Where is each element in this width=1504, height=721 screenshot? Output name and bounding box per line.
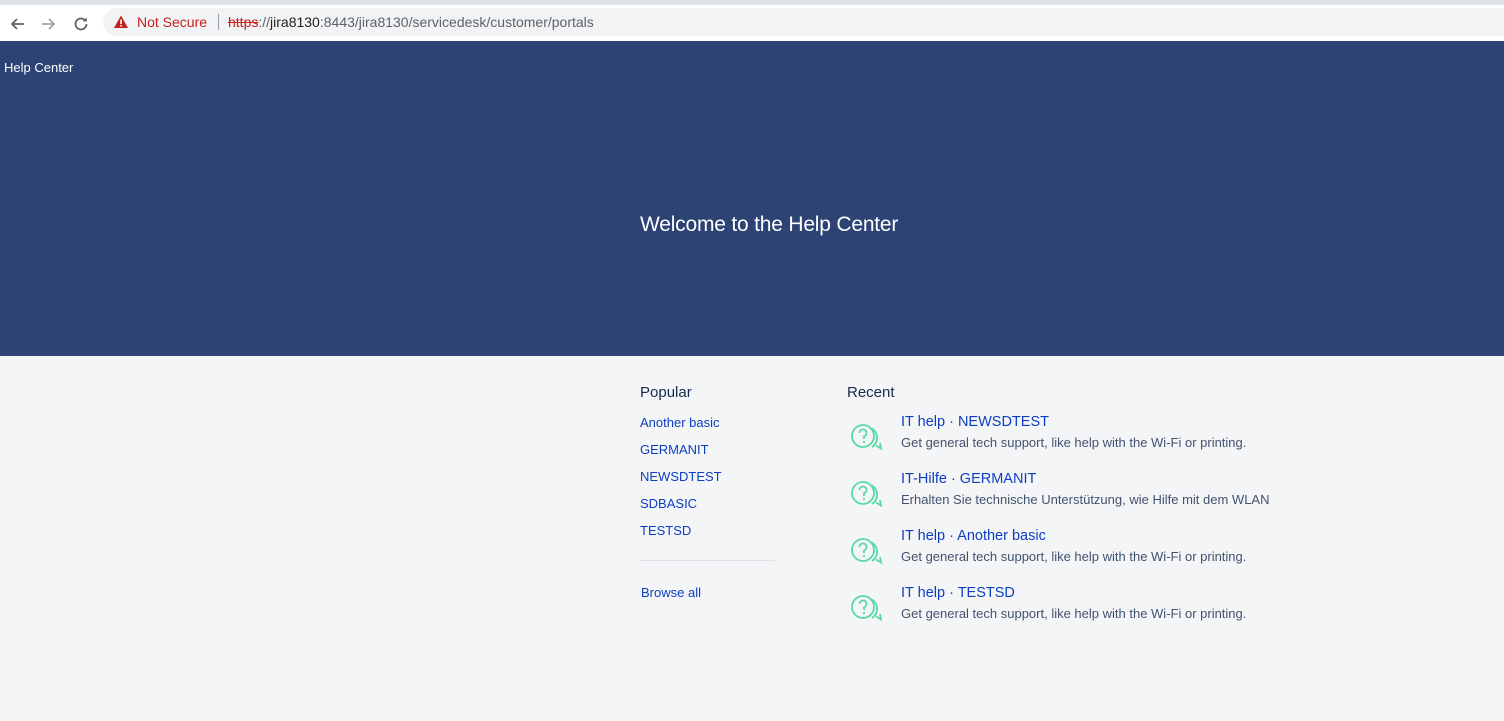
- recent-item[interactable]: IT help · Another basic Get general tech…: [847, 528, 1347, 585]
- recent-item-description: Erhalten Sie technische Unterstützung, w…: [901, 492, 1270, 507]
- recent-item-description: Get general tech support, like help with…: [901, 549, 1247, 564]
- security-label[interactable]: Not Secure: [137, 14, 207, 30]
- popular-section: Popular Another basic GERMANIT NEWSDTEST…: [640, 384, 775, 600]
- help-center-header: Help Center Welcome to the Help Center: [0, 41, 1504, 356]
- popular-item-sdbasic[interactable]: SDBASIC: [640, 496, 775, 523]
- help-center-link[interactable]: Help Center: [4, 60, 73, 75]
- question-chat-icon: [851, 595, 883, 622]
- question-chat-icon: [851, 481, 883, 508]
- url-host: jira8130: [270, 14, 320, 30]
- popular-divider: [640, 560, 775, 561]
- recent-item-title[interactable]: IT help · Another basic: [901, 528, 1046, 544]
- page-title: Welcome to the Help Center: [640, 213, 899, 236]
- recent-item[interactable]: IT help · NEWSDTEST Get general tech sup…: [847, 414, 1347, 471]
- recent-item-title[interactable]: IT help · NEWSDTEST: [901, 414, 1049, 430]
- recent-list: IT help · NEWSDTEST Get general tech sup…: [847, 414, 1347, 642]
- recent-item-description: Get general tech support, like help with…: [901, 435, 1247, 450]
- recent-section: Recent IT help · NEWSDTEST Get general t…: [847, 384, 1347, 642]
- warning-icon: [114, 15, 128, 28]
- recent-item-title[interactable]: IT-Hilfe · GERMANIT: [901, 471, 1036, 487]
- url-text[interactable]: https://jira8130:8443/jira8130/servicede…: [228, 14, 594, 30]
- popular-item-germanit[interactable]: GERMANIT: [640, 442, 775, 469]
- recent-item-title[interactable]: IT help · TESTSD: [901, 585, 1015, 601]
- reload-icon[interactable]: [70, 13, 92, 35]
- popular-item-testsd[interactable]: TESTSD: [640, 523, 775, 550]
- popular-list: Another basic GERMANIT NEWSDTEST SDBASIC…: [640, 415, 775, 550]
- back-arrow-icon[interactable]: [6, 13, 28, 35]
- question-chat-icon: [851, 538, 883, 565]
- recent-item[interactable]: IT help · TESTSD Get general tech suppor…: [847, 585, 1347, 642]
- popular-item-newsdtest[interactable]: NEWSDTEST: [640, 469, 775, 496]
- recent-item-description: Get general tech support, like help with…: [901, 606, 1247, 621]
- popular-item-another-basic[interactable]: Another basic: [640, 415, 775, 442]
- browse-all-link[interactable]: Browse all: [641, 585, 775, 600]
- url-scheme: https: [228, 14, 259, 30]
- recent-title: Recent: [847, 384, 895, 401]
- browser-toolbar: Not Secure https://jira8130:8443/jira813…: [0, 0, 1504, 41]
- forward-arrow-icon[interactable]: [38, 13, 60, 35]
- url-separator: ://: [258, 14, 271, 30]
- recent-item[interactable]: IT-Hilfe · GERMANIT Erhalten Sie technis…: [847, 471, 1347, 528]
- url-path: :8443/jira8130/servicedesk/customer/port…: [319, 14, 594, 30]
- address-bar[interactable]: Not Secure https://jira8130:8443/jira813…: [103, 8, 1504, 36]
- question-chat-icon: [851, 424, 883, 451]
- popular-title: Popular: [640, 384, 692, 401]
- omnibox-divider: [218, 14, 219, 30]
